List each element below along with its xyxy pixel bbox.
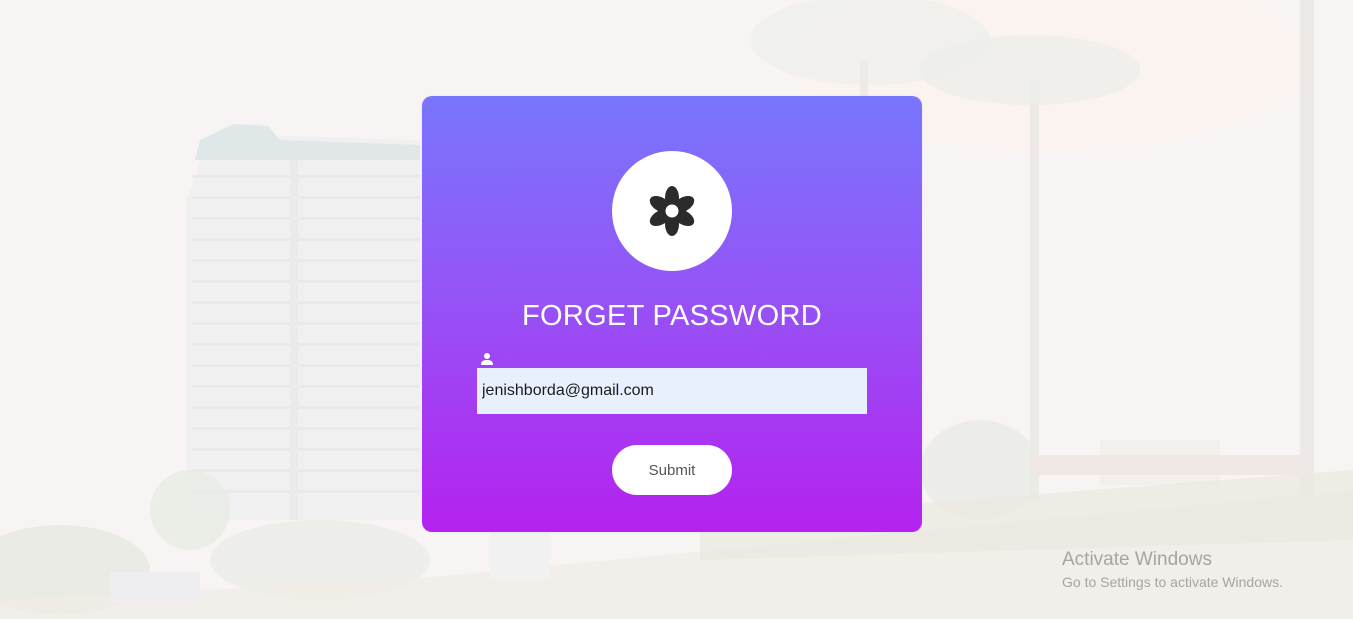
email-input[interactable] — [477, 368, 867, 414]
watermark-subtitle: Go to Settings to activate Windows. — [1062, 574, 1283, 590]
logo-circle — [612, 151, 732, 271]
page-title: FORGET PASSWORD — [522, 300, 822, 332]
user-icon — [481, 353, 493, 365]
forget-password-card: FORGET PASSWORD Submit — [422, 96, 922, 532]
submit-button[interactable]: Submit — [612, 445, 732, 495]
flower-icon — [649, 186, 695, 236]
activate-windows-watermark: Activate Windows Go to Settings to activ… — [1062, 549, 1283, 592]
watermark-title: Activate Windows — [1062, 549, 1212, 570]
